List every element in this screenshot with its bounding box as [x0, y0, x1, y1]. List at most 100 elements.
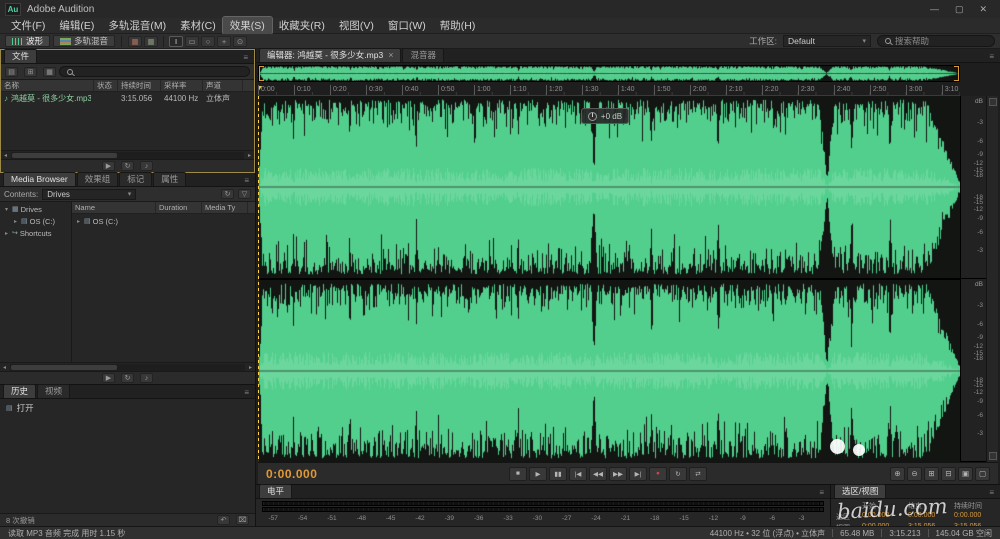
auto-play-icon[interactable]: ♪ — [140, 161, 153, 171]
skip-selection-button[interactable]: ⇄ — [689, 466, 707, 481]
files-search-input[interactable] — [59, 66, 250, 77]
volume-knob-icon[interactable] — [587, 111, 597, 121]
menu-file[interactable]: 文件(F) — [4, 17, 52, 34]
chevron-right-icon[interactable]: ▸ — [12, 218, 19, 225]
chevron-right-icon[interactable]: ▸ — [75, 218, 82, 225]
range-handle-right[interactable] — [954, 66, 959, 81]
zoom-preset-icon[interactable] — [989, 452, 997, 460]
pause-button[interactable]: ▮▮ — [549, 466, 567, 481]
auto-play-icon[interactable]: ♪ — [140, 373, 153, 383]
history-step[interactable]: ▤ 打开 — [0, 401, 255, 414]
menu-clip[interactable]: 素材(C) — [173, 17, 223, 34]
undo-icon[interactable]: ↶ — [217, 515, 230, 525]
volume-hud[interactable]: +0 dB — [580, 108, 630, 124]
panel-menu-icon[interactable]: ≡ — [816, 488, 827, 497]
scrollbar-track[interactable] — [11, 151, 244, 159]
tab-levels[interactable]: 电平 — [259, 484, 293, 498]
files-hscrollbar[interactable]: ◂ ▸ — [1, 150, 254, 159]
media-hscrollbar[interactable]: ◂ ▸ — [0, 362, 255, 371]
filter-icon[interactable]: ▽ — [238, 189, 251, 199]
menu-window[interactable]: 窗口(W) — [381, 17, 433, 34]
chevron-down-icon[interactable]: ▾ — [3, 206, 10, 213]
record-button[interactable]: ● — [649, 466, 667, 481]
panel-menu-icon[interactable]: ≡ — [986, 488, 997, 497]
minimize-button[interactable]: — — [930, 4, 939, 15]
spot-healing-brush-tool-icon[interactable]: ⊙ — [233, 35, 248, 47]
scrollbar-thumb[interactable] — [12, 152, 117, 158]
zoom-full-button[interactable]: ▢ — [975, 466, 990, 481]
clear-history-icon[interactable]: ⌧ — [236, 515, 249, 525]
zoom-out-button[interactable]: ⊖ — [907, 466, 922, 481]
tab-files[interactable]: 文件 — [4, 49, 38, 63]
loop-playback-button[interactable]: ↻ — [669, 466, 687, 481]
new-content-icon[interactable]: ▦ — [43, 66, 56, 77]
vertical-zoom-strip[interactable] — [986, 96, 998, 462]
zoom-in-vertical-button[interactable]: ⊞ — [924, 466, 939, 481]
skip-to-end-button[interactable]: ▶| — [629, 466, 647, 481]
tab-selection-view[interactable]: 选区/视图 — [834, 484, 887, 498]
zoom-to-selection-button[interactable]: ▣ — [958, 466, 973, 481]
menu-favorites[interactable]: 收藏夹(R) — [272, 17, 332, 34]
import-file-icon[interactable]: ⊞ — [24, 66, 37, 77]
tree-item[interactable]: ▾ ▦ Drives — [0, 203, 71, 215]
menu-effects[interactable]: 效果(S) — [221, 16, 273, 35]
overview-navigator[interactable] — [258, 65, 960, 82]
chevron-right-icon[interactable]: ▸ — [3, 230, 10, 237]
clip-indicator[interactable] — [819, 501, 824, 506]
panel-menu-icon[interactable]: ≡ — [241, 176, 252, 185]
tree-item[interactable]: ▸ ↪ Shortcuts — [0, 227, 71, 239]
menu-multitrack[interactable]: 多轨混音(M) — [101, 17, 173, 34]
spectral-frequency-display-icon[interactable]: ▦ — [128, 35, 143, 47]
stop-button[interactable]: ■ — [509, 466, 527, 481]
scroll-right-icon[interactable]: ▸ — [246, 364, 255, 371]
spectral-pitch-display-icon[interactable]: ▦ — [144, 35, 159, 47]
loop-playback-icon[interactable]: ↻ — [121, 373, 134, 383]
tab-properties[interactable]: 属性 — [153, 172, 187, 186]
file-row[interactable]: ♪ 鸿越莫 - 很多少女.mp3 3:15.056 44100 Hz 立体声 — [1, 92, 254, 104]
scrollbar-thumb[interactable] — [11, 364, 117, 370]
close-tab-icon[interactable]: × — [388, 50, 393, 60]
waveform-view-button[interactable]: 波形 — [5, 35, 51, 47]
tab-media-browser[interactable]: Media Browser — [3, 172, 76, 186]
rewind-button[interactable]: ◀◀ — [589, 466, 607, 481]
panel-menu-icon[interactable]: ≡ — [986, 52, 997, 61]
time-display[interactable]: 0:00.000 — [266, 467, 376, 481]
media-row[interactable]: ▸ ▤ OS (C:) — [72, 215, 255, 227]
range-handle-left[interactable] — [259, 66, 264, 81]
close-button[interactable]: ✕ — [979, 4, 987, 15]
zoom-out-vertical-button[interactable]: ⊟ — [941, 466, 956, 481]
media-column-header[interactable]: Name Duration Media Ty — [72, 202, 255, 214]
scroll-right-icon[interactable]: ▸ — [245, 152, 254, 159]
panel-menu-icon[interactable]: ≡ — [240, 53, 251, 62]
zoom-in-button[interactable]: ⊕ — [890, 466, 905, 481]
menu-view[interactable]: 视图(V) — [332, 17, 381, 34]
tab-mixer[interactable]: 混音器 — [402, 48, 444, 62]
play-file-icon[interactable]: ▶ — [102, 373, 115, 383]
tab-history[interactable]: 历史 — [3, 384, 37, 398]
scrollbar-track[interactable] — [10, 363, 245, 371]
scroll-left-icon[interactable]: ◂ — [0, 364, 9, 371]
fast-forward-button[interactable]: ▶▶ — [609, 466, 627, 481]
playhead[interactable] — [258, 96, 259, 462]
contents-dropdown[interactable]: Drives ▾ — [42, 188, 137, 200]
menu-edit[interactable]: 编辑(E) — [52, 17, 101, 34]
refresh-icon[interactable]: ↻ — [221, 189, 234, 199]
timeline-ruler[interactable]: 0:00 0:10 0:20 0:30 0:40 0:50 1:00 1:10 1:20 1:30… — [258, 84, 960, 96]
marquee-selection-tool-icon[interactable]: ▭ — [185, 35, 200, 47]
multitrack-view-button[interactable]: 多轨混音 — [53, 35, 116, 47]
tab-markers[interactable]: 标记 — [119, 172, 153, 186]
loop-playback-icon[interactable]: ↻ — [121, 161, 134, 171]
files-column-header[interactable]: 名称 状态 持续时间 采样率 声道 — [1, 80, 254, 92]
panel-menu-icon[interactable]: ≡ — [241, 388, 252, 397]
zoom-preset-icon[interactable] — [989, 98, 997, 106]
clip-indicator[interactable] — [819, 507, 824, 512]
waveform-display[interactable]: +0 dB — [258, 96, 960, 462]
paintbrush-selection-tool-icon[interactable]: + — [217, 35, 232, 47]
menu-help[interactable]: 帮助(H) — [433, 17, 483, 34]
play-button[interactable]: ▶ — [529, 466, 547, 481]
scroll-left-icon[interactable]: ◂ — [1, 152, 10, 159]
skip-to-start-button[interactable]: |◀ — [569, 466, 587, 481]
open-file-icon[interactable]: ▤ — [5, 66, 18, 77]
tab-effects-rack[interactable]: 效果组 — [76, 172, 119, 186]
play-file-icon[interactable]: ▶ — [102, 161, 115, 171]
